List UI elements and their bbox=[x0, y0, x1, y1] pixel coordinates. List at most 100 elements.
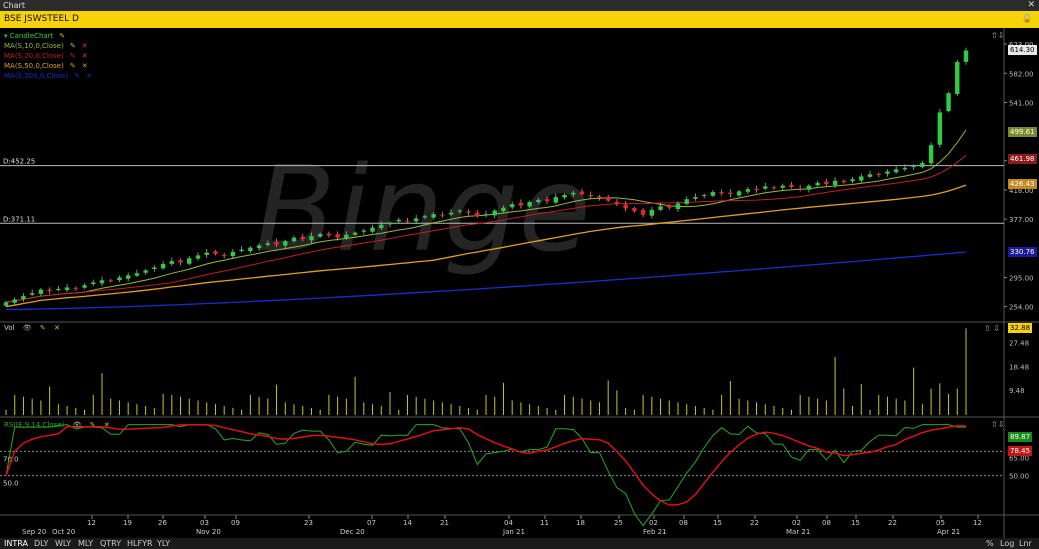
candle[interactable] bbox=[544, 199, 550, 202]
volume-pane[interactable]: 27.48 18.48 9.48 bbox=[5, 328, 1029, 415]
candle[interactable] bbox=[728, 192, 733, 195]
rsi-signal-line[interactable] bbox=[5, 424, 966, 506]
candle[interactable] bbox=[440, 214, 445, 216]
remove-icon[interactable]: ✕ bbox=[86, 72, 92, 80]
candle[interactable] bbox=[38, 289, 44, 294]
candle[interactable] bbox=[928, 145, 934, 164]
candle[interactable] bbox=[195, 255, 201, 259]
candle[interactable] bbox=[204, 252, 209, 255]
candle[interactable] bbox=[475, 212, 480, 217]
candle[interactable] bbox=[920, 162, 925, 168]
candle[interactable] bbox=[335, 234, 340, 238]
candle[interactable] bbox=[56, 288, 61, 291]
candle[interactable] bbox=[597, 196, 602, 198]
candle[interactable] bbox=[47, 289, 52, 291]
candle[interactable] bbox=[265, 243, 271, 246]
candle[interactable] bbox=[832, 180, 838, 186]
candle[interactable] bbox=[536, 199, 541, 203]
tab-yly[interactable]: YLY bbox=[157, 538, 170, 549]
edit-icon[interactable]: ✎ bbox=[90, 421, 96, 429]
close-icon[interactable]: ✕ bbox=[1027, 0, 1035, 11]
rsi-pane[interactable]: 70.050.065.0050.00 bbox=[0, 424, 1029, 527]
candle[interactable] bbox=[326, 233, 332, 236]
candle[interactable] bbox=[719, 192, 724, 194]
candle[interactable] bbox=[893, 169, 899, 173]
candle[interactable] bbox=[29, 293, 35, 295]
edit-icon[interactable]: ✎ bbox=[70, 42, 76, 50]
candle[interactable] bbox=[806, 185, 812, 190]
legend-ma200[interactable]: MA(S,200,0,Close) ✎ ✕ bbox=[4, 71, 92, 81]
candle[interactable] bbox=[859, 176, 864, 181]
legend-ma20[interactable]: MA(S,20,0,Close) ✎ ✕ bbox=[4, 51, 92, 61]
candle[interactable] bbox=[108, 280, 113, 282]
candle[interactable] bbox=[431, 214, 436, 218]
edit-icon[interactable]: ✎ bbox=[70, 52, 76, 60]
candle[interactable] bbox=[187, 258, 192, 264]
candle[interactable] bbox=[21, 295, 26, 300]
candle[interactable] bbox=[152, 267, 157, 270]
candle[interactable] bbox=[946, 93, 951, 112]
candle[interactable] bbox=[780, 185, 785, 188]
chart-canvas[interactable]: Binge D:452.25D:371.11623.00582.00541.00… bbox=[0, 28, 1039, 538]
candle[interactable] bbox=[230, 251, 236, 257]
edit-icon[interactable]: ✎ bbox=[74, 72, 80, 80]
tab-wly[interactable]: WLY bbox=[55, 538, 71, 549]
candle[interactable] bbox=[160, 263, 166, 269]
candle[interactable] bbox=[291, 237, 297, 242]
eye-icon[interactable]: 👁 bbox=[23, 324, 32, 332]
candle[interactable] bbox=[824, 181, 829, 185]
candle[interactable] bbox=[300, 236, 305, 240]
candle[interactable] bbox=[143, 270, 148, 273]
edit-icon[interactable]: ✎ bbox=[70, 62, 76, 70]
candle[interactable] bbox=[283, 241, 288, 246]
candle[interactable] bbox=[675, 203, 681, 210]
candle[interactable] bbox=[885, 171, 890, 174]
candle[interactable] bbox=[745, 189, 751, 192]
pane-collapse-icon[interactable]: ⇧⇩ bbox=[991, 420, 1004, 429]
candle[interactable] bbox=[317, 234, 323, 237]
remove-icon[interactable]: ✕ bbox=[82, 42, 88, 50]
candle[interactable] bbox=[955, 61, 960, 95]
tab-intra[interactable]: INTRA bbox=[4, 538, 28, 549]
candle[interactable] bbox=[649, 209, 655, 216]
remove-icon[interactable]: ✕ bbox=[104, 421, 110, 429]
scale-linear[interactable]: Lnr bbox=[1019, 538, 1032, 549]
candle[interactable] bbox=[413, 218, 419, 222]
candle[interactable] bbox=[876, 173, 881, 175]
candle[interactable] bbox=[632, 208, 637, 212]
remove-icon[interactable]: ✕ bbox=[82, 52, 88, 60]
candle[interactable] bbox=[937, 112, 943, 145]
candle[interactable] bbox=[91, 282, 96, 284]
candle[interactable] bbox=[12, 299, 17, 303]
tab-mly[interactable]: MLY bbox=[78, 538, 93, 549]
candle[interactable] bbox=[256, 245, 262, 248]
candle[interactable] bbox=[850, 179, 855, 182]
candle[interactable] bbox=[178, 260, 183, 263]
candle[interactable] bbox=[361, 230, 367, 232]
tab-dly[interactable]: DLY bbox=[34, 538, 48, 549]
candle[interactable] bbox=[422, 216, 428, 218]
candle[interactable] bbox=[457, 210, 463, 212]
candle[interactable] bbox=[274, 242, 279, 245]
pane-collapse-icon[interactable]: ⇧⇩ bbox=[991, 31, 1004, 40]
candle[interactable] bbox=[911, 165, 916, 168]
candle[interactable] bbox=[64, 287, 70, 291]
tab-hlfyr[interactable]: HLFYR bbox=[127, 538, 153, 549]
candle[interactable] bbox=[963, 50, 969, 62]
scale-percent[interactable]: % bbox=[986, 538, 994, 549]
candle[interactable] bbox=[134, 273, 140, 276]
candle[interactable] bbox=[352, 232, 358, 235]
candle[interactable] bbox=[623, 204, 628, 209]
candle[interactable] bbox=[797, 188, 803, 190]
candle[interactable] bbox=[518, 202, 524, 206]
candle[interactable] bbox=[754, 188, 759, 190]
candle[interactable] bbox=[448, 212, 454, 215]
candle[interactable] bbox=[483, 214, 489, 216]
candle[interactable] bbox=[509, 204, 515, 208]
candle[interactable] bbox=[117, 277, 122, 281]
candle[interactable] bbox=[405, 220, 410, 222]
candle[interactable] bbox=[73, 287, 79, 289]
candle[interactable] bbox=[815, 182, 820, 186]
candle[interactable] bbox=[82, 285, 87, 288]
edit-icon[interactable]: ✎ bbox=[40, 324, 46, 332]
